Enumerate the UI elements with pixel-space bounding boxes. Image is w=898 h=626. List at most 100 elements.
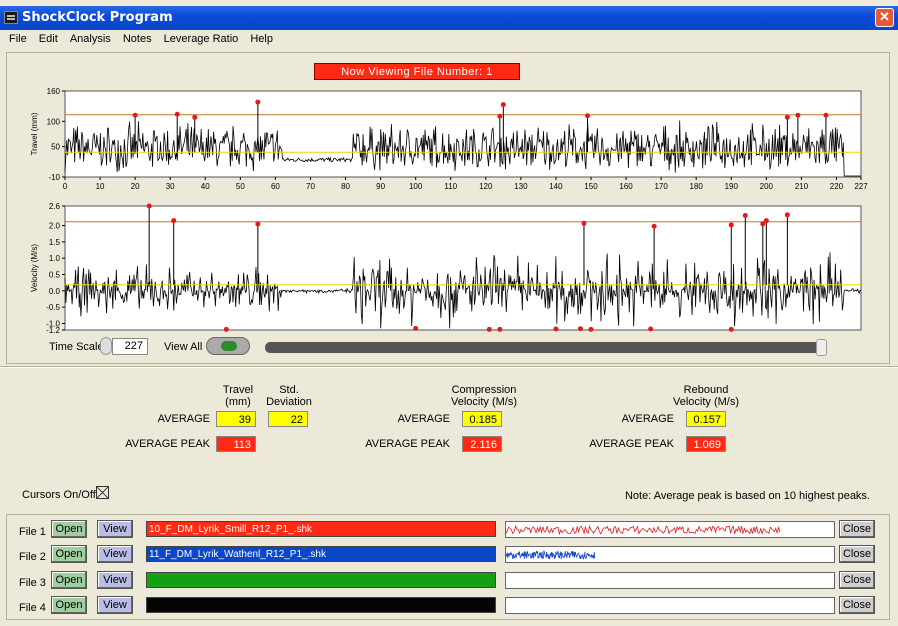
comp-average-peak-label: AVERAGE PEAK [365,438,450,450]
reb-average-value: 0.157 [686,411,726,427]
x-tick-label: 10 [96,182,105,191]
rebound-header: Rebound Velocity (M/s) [672,384,739,408]
y-tick-label: 100 [47,117,61,126]
time-scrollbar[interactable] [265,339,827,356]
x-tick-label: 50 [236,182,245,191]
travel-average-peak-value: 113 [216,436,256,452]
low-peak-marker [553,326,559,332]
file-label: File 3 [19,577,46,589]
cursors-label: Cursors On/Off [22,489,96,501]
open-button[interactable]: Open [51,545,87,563]
app-icon [4,11,18,24]
peak-marker [500,102,506,108]
close-button[interactable]: Close [839,520,875,538]
x-tick-label: 150 [584,182,598,191]
cursors-checkbox[interactable] [96,486,109,499]
low-peak-marker [413,325,419,331]
preview-trace [506,524,781,536]
y-tick-label: -1.2 [46,326,60,335]
travel-average-peak-label: AVERAGE PEAK [125,438,210,450]
menu-analysis[interactable]: Analysis [70,30,111,45]
travel-average-value: 39 [216,411,256,427]
close-button[interactable]: Close [839,571,875,589]
x-tick-label: 80 [341,182,350,191]
y-tick-label: 160 [47,87,61,96]
low-peak-marker [223,326,229,332]
x-tick-label: 210 [795,182,809,191]
travel-average-label: AVERAGE [157,413,210,425]
low-peak-marker [497,326,503,332]
window-close-button[interactable]: ✕ [875,8,894,27]
comp-average-value: 0.185 [462,411,502,427]
close-button[interactable]: Close [839,596,875,614]
peak-marker [146,203,152,209]
y-tick-label: 1.0 [49,254,61,263]
x-tick-label: 227 [854,182,868,191]
menu-file[interactable]: File [9,30,27,45]
menu-help[interactable]: Help [250,30,273,45]
file-preview [505,597,835,614]
close-button[interactable]: Close [839,545,875,563]
title-bar: ShockClock Program ✕ [0,6,898,30]
x-tick-label: 220 [830,182,844,191]
low-peak-marker [486,326,492,332]
time-scale-spinner[interactable] [100,337,112,355]
low-peak-marker [588,326,594,332]
window-title: ShockClock Program [22,10,173,25]
view-all-toggle[interactable] [206,337,250,355]
peak-marker [651,223,657,229]
peak-marker [784,114,790,120]
file-row-4: File 4 Open View Close [7,596,891,620]
plot-area [64,90,862,178]
y-tick-label: 0.5 [49,271,61,280]
menu-leverage-ratio[interactable]: Leverage Ratio [164,30,239,45]
low-peak-marker [728,326,734,332]
x-tick-label: 120 [479,182,493,191]
y-tick-label: -10 [48,173,60,182]
peak-marker [255,221,261,227]
menu-bar: File Edit Analysis Notes Leverage Ratio … [0,30,898,48]
file-preview [505,572,835,589]
x-tick-label: 90 [376,182,385,191]
view-button[interactable]: View [97,520,133,538]
peak-marker [171,218,177,224]
peak-marker [823,112,829,118]
peak-marker [795,112,801,118]
peak-marker [763,218,769,224]
peak-marker [742,212,748,218]
menu-edit[interactable]: Edit [39,30,58,45]
file-label: File 1 [19,526,46,538]
y-tick-label: 2.0 [49,222,61,231]
std-dev-value: 22 [268,411,308,427]
file-preview [505,521,835,538]
section-divider [0,366,898,368]
compression-header: Compression Velocity (M/s) [450,384,517,408]
menu-notes[interactable]: Notes [123,30,152,45]
file-preview [505,546,835,563]
average-peak-note: Note: Average peak is based on 10 highes… [624,490,870,502]
view-all-label: View All [164,341,203,353]
reb-average-peak-label: AVERAGE PEAK [589,438,674,450]
view-button[interactable]: View [97,596,133,614]
x-tick-label: 60 [271,182,280,191]
travel-header: Travel (mm) [222,384,254,408]
x-tick-label: 70 [306,182,315,191]
peak-marker [497,113,503,119]
y-tick-label: -0.5 [46,303,60,312]
view-button[interactable]: View [97,545,133,563]
open-button[interactable]: Open [51,596,87,614]
x-tick-label: 180 [690,182,704,191]
file-label: File 2 [19,551,46,563]
time-scale-label: Time Scale [49,341,104,353]
reb-average-label: AVERAGE [621,413,674,425]
time-scale-input[interactable]: 227 [112,338,148,355]
y-tick-label: 50 [51,143,60,152]
open-button[interactable]: Open [51,520,87,538]
view-button[interactable]: View [97,571,133,589]
peak-marker [784,212,790,218]
x-tick-label: 40 [201,182,210,191]
open-button[interactable]: Open [51,571,87,589]
y-tick-label: 2.6 [49,202,61,211]
x-tick-label: 160 [619,182,633,191]
comp-average-label: AVERAGE [397,413,450,425]
